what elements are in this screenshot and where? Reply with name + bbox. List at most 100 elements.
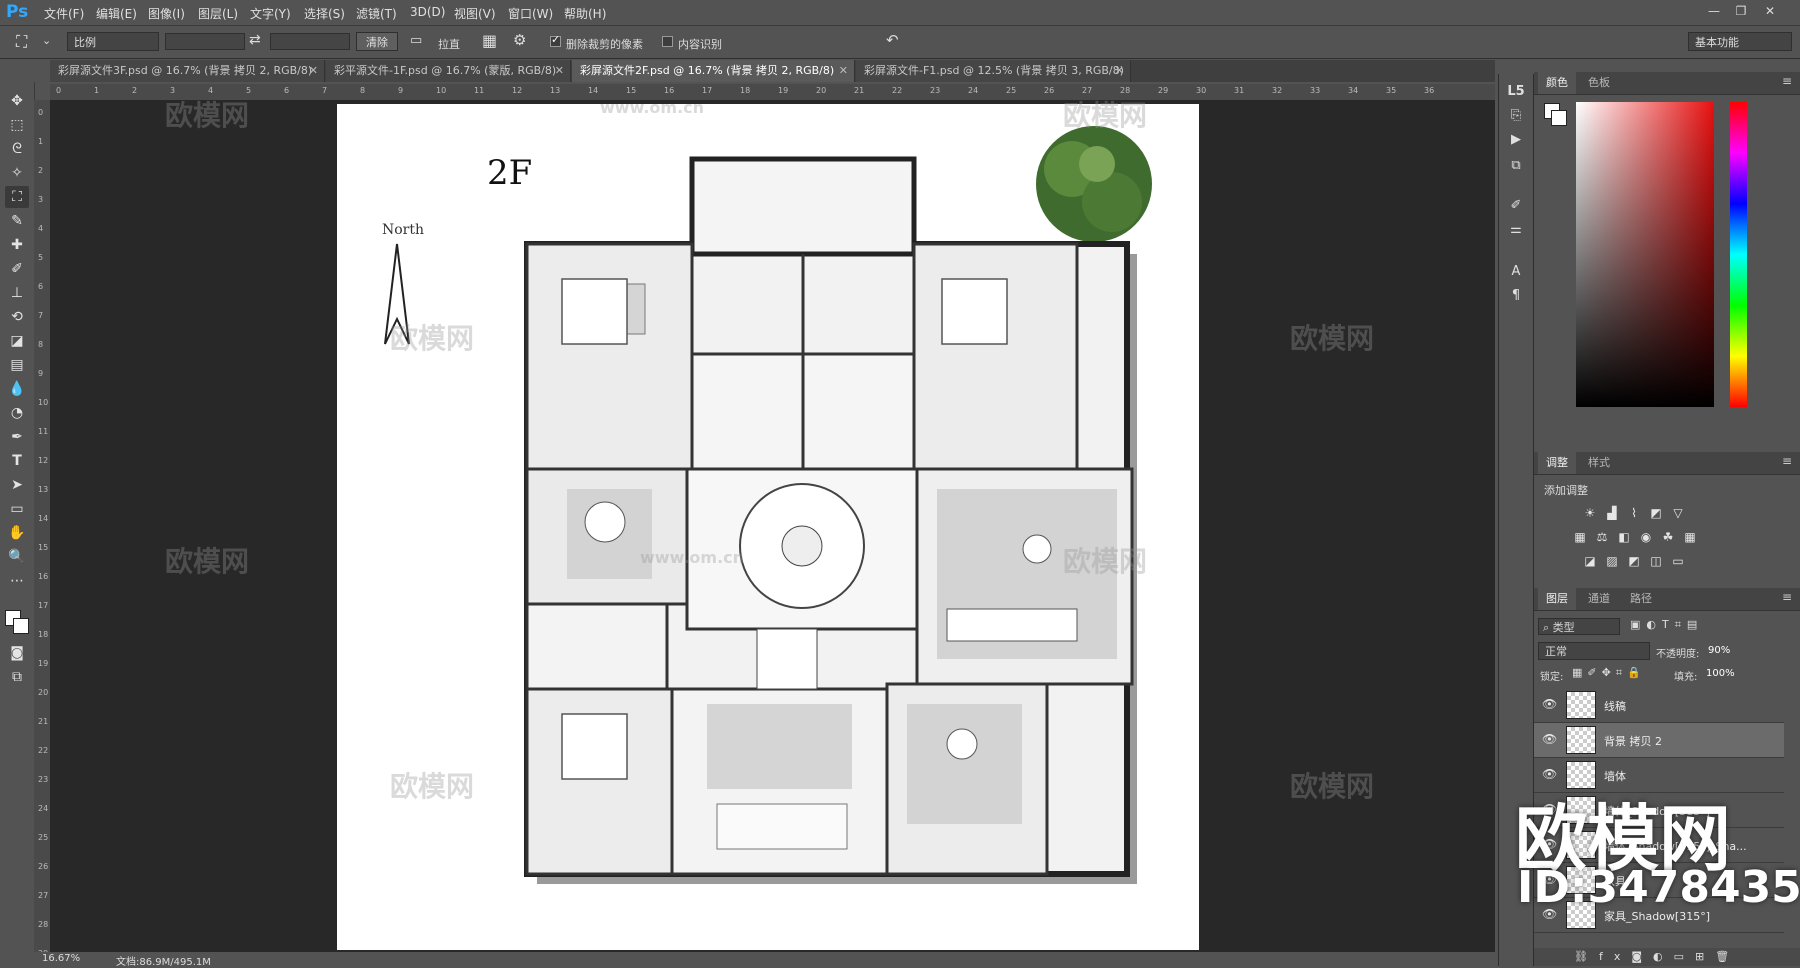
tab-1f[interactable]: 彩平源文件-1F.psd @ 16.7% (蒙版, RGB/8) ✕ [326, 60, 571, 82]
gradient-tool-icon[interactable]: ▤ [5, 354, 29, 376]
opacity-value[interactable]: 90% [1708, 645, 1730, 656]
lock-icons[interactable]: ▦✐✥⌗🔒 [1572, 666, 1646, 680]
close-icon[interactable]: ✕ [1762, 3, 1778, 19]
ratio-select[interactable]: 比例 [67, 32, 159, 51]
blur-tool-icon[interactable]: 💧 [5, 378, 29, 400]
move-tool-icon[interactable]: ✥ [5, 90, 29, 112]
dodge-tool-icon[interactable]: ◔ [5, 402, 29, 424]
menu-layer[interactable]: 图层(L) [198, 5, 238, 22]
zoom-level[interactable]: 16.67% [42, 953, 80, 964]
grid-overlay-icon[interactable]: ▦ [482, 31, 497, 50]
tab-adjustments[interactable]: 调整 [1538, 452, 1576, 474]
menu-help[interactable]: 帮助(H) [564, 5, 606, 22]
posterize-icon[interactable]: ▨ [1604, 554, 1620, 568]
panel-menu-icon[interactable]: ≡ [1782, 74, 1792, 88]
panel-menu-icon[interactable]: ≡ [1782, 590, 1792, 604]
layer-filter-icons[interactable]: ▣◐T⌗▤ [1630, 618, 1703, 632]
channel-mixer-icon[interactable]: ☘ [1660, 530, 1676, 544]
delete-cropped-checkbox[interactable] [550, 33, 561, 47]
vibrance-icon[interactable]: ▽ [1670, 506, 1686, 520]
chevron-down-icon[interactable]: ⌄ [42, 34, 51, 47]
menu-edit[interactable]: 编辑(E) [96, 5, 137, 22]
layers-footer-icons[interactable]: ⛓fx◙◐▭⊞🗑 [1534, 948, 1800, 966]
character-icon[interactable]: A [1506, 262, 1526, 282]
layer-row[interactable]: 👁 线稿 [1534, 688, 1784, 723]
menu-window[interactable]: 窗口(W) [508, 5, 553, 22]
visibility-eye-icon[interactable]: 👁 [1542, 732, 1557, 746]
tab-f1[interactable]: 彩屏源文件-F1.psd @ 12.5% (背景 拷贝 3, RGB/8) ✕ [856, 60, 1131, 82]
levels-icon[interactable]: ▟ [1604, 506, 1620, 520]
crop-tool-icon[interactable]: ⛶ [5, 186, 29, 208]
history-icon[interactable]: ⎘ [1506, 106, 1526, 126]
tab-swatches[interactable]: 色板 [1580, 72, 1618, 94]
panel-menu-icon[interactable]: ≡ [1782, 454, 1792, 468]
tab-2f-active[interactable]: 彩屏源文件2F.psd @ 16.7% (背景 拷贝 2, RGB/8) ✕ [572, 60, 855, 82]
actions-icon[interactable]: ▶ [1506, 130, 1526, 150]
menu-filter[interactable]: 滤镜(T) [356, 5, 397, 22]
invert-icon[interactable]: ◪ [1582, 554, 1598, 568]
clear-button[interactable]: 清除 [356, 32, 398, 51]
close-tab-icon[interactable]: ✕ [555, 60, 564, 82]
selective-color-icon[interactable]: ◫ [1648, 554, 1664, 568]
rectangle-tool-icon[interactable]: ▭ [5, 498, 29, 520]
hue-slider[interactable] [1730, 102, 1747, 407]
zoom-tool-icon[interactable]: 🔍 [5, 546, 29, 568]
height-field[interactable] [270, 33, 350, 50]
stamp-tool-icon[interactable]: ⊥ [5, 282, 29, 304]
background-color-swatch[interactable] [13, 618, 29, 634]
tab-channels[interactable]: 通道 [1580, 588, 1618, 610]
undo-icon[interactable]: ↶ [886, 31, 899, 49]
magic-wand-icon[interactable]: ✧ [5, 162, 29, 184]
color-lookup-icon[interactable]: ▦ [1682, 530, 1698, 544]
libraries-icon[interactable]: L5 [1506, 82, 1526, 102]
fill-value[interactable]: 100% [1706, 668, 1735, 679]
tab-layers[interactable]: 图层 [1538, 588, 1576, 610]
menu-3d[interactable]: 3D(D) [410, 5, 445, 19]
black-white-icon[interactable]: ◧ [1616, 530, 1632, 544]
pen-tool-icon[interactable]: ✒ [5, 426, 29, 448]
document-canvas[interactable]: 2F North [337, 104, 1199, 950]
tab-styles[interactable]: 样式 [1580, 452, 1618, 474]
menu-file[interactable]: 文件(F) [44, 5, 84, 22]
layer-filter-select[interactable]: ⌕ 类型 [1538, 618, 1620, 635]
hue-saturation-icon[interactable]: ▦ [1572, 530, 1588, 544]
content-aware-checkbox[interactable] [662, 36, 673, 47]
crop-tool-icon[interactable]: ⛶ [16, 32, 27, 52]
brightness-icon[interactable]: ☀ [1582, 506, 1598, 520]
restore-icon[interactable]: ❐ [1733, 3, 1749, 19]
lasso-tool-icon[interactable]: ᘓ [5, 138, 29, 160]
marquee-tool-icon[interactable]: ⬚ [5, 114, 29, 136]
color-picker-field[interactable] [1576, 102, 1714, 407]
close-tab-icon[interactable]: ✕ [1115, 60, 1124, 82]
type-tool-icon[interactable]: T [5, 450, 29, 472]
history-brush-icon[interactable]: ⟲ [5, 306, 29, 328]
tab-3f[interactable]: 彩屏源文件3F.psd @ 16.7% (背景 拷贝 2, RGB/8) ✕ [50, 60, 325, 82]
menu-type[interactable]: 文字(Y) [250, 5, 291, 22]
color-balance-icon[interactable]: ⚖ [1594, 530, 1610, 544]
gear-icon[interactable]: ⚙ [513, 31, 526, 49]
workspace-select[interactable]: 基本功能 [1688, 32, 1792, 51]
path-select-icon[interactable]: ➤ [5, 474, 29, 496]
tab-paths[interactable]: 路径 [1622, 588, 1660, 610]
gradient-map-icon[interactable]: ▭ [1670, 554, 1686, 568]
paragraph-icon[interactable]: ¶ [1506, 286, 1526, 306]
straighten-icon[interactable]: ▭ [410, 33, 422, 48]
more-tools-icon[interactable]: ⋯ [5, 570, 29, 592]
width-field[interactable] [165, 33, 245, 50]
straighten-label[interactable]: 拉直 [438, 36, 460, 52]
hand-tool-icon[interactable]: ✋ [5, 522, 29, 544]
layer-row[interactable]: 👁 背景 拷贝 2 [1534, 723, 1784, 758]
swap-icon[interactable]: ⇄ [249, 32, 261, 48]
background-color-swatch[interactable] [1551, 110, 1567, 126]
brush-tool-icon[interactable]: ✐ [5, 258, 29, 280]
menu-view[interactable]: 视图(V) [454, 5, 496, 22]
curves-icon[interactable]: ⌇ [1626, 506, 1642, 520]
eyedropper-icon[interactable]: ✎ [5, 210, 29, 232]
visibility-eye-icon[interactable]: 👁 [1542, 697, 1557, 711]
screen-mode-icon[interactable]: ⧉ [5, 666, 29, 688]
threshold-icon[interactable]: ◩ [1626, 554, 1642, 568]
properties-icon[interactable]: ⚌ [1506, 220, 1526, 240]
clone-source-icon[interactable]: ⧉ [1506, 156, 1526, 176]
visibility-eye-icon[interactable]: 👁 [1542, 767, 1557, 781]
eraser-tool-icon[interactable]: ◪ [5, 330, 29, 352]
